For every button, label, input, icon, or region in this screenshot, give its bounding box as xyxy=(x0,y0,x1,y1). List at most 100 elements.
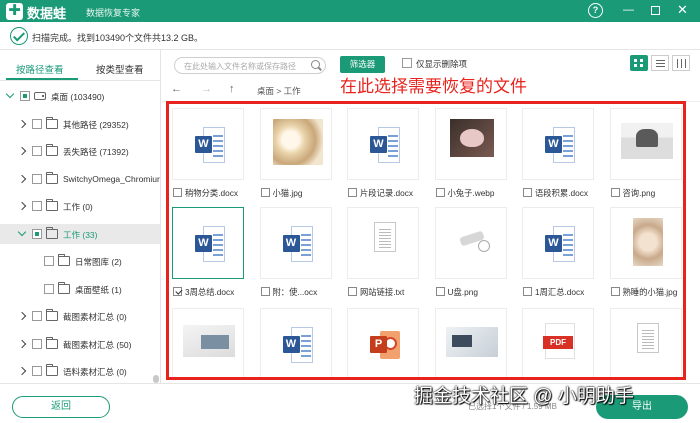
file-thumbnail[interactable] xyxy=(609,308,682,378)
file-thumbnail[interactable]: W xyxy=(172,108,244,180)
tree-item[interactable]: 工作 (33) xyxy=(0,223,160,244)
file-thumbnail[interactable] xyxy=(259,108,332,180)
chevron-right-icon[interactable] xyxy=(18,366,28,376)
tree-item[interactable]: SwitchyOmega_Chromiur xyxy=(0,169,160,189)
file-checkbox[interactable] xyxy=(348,188,357,197)
file-thumbnail[interactable]: PDF xyxy=(522,308,594,378)
file-card[interactable]: W xyxy=(257,308,341,378)
tree-item[interactable]: 工作 (0) xyxy=(0,196,160,216)
tree-item-checkbox[interactable] xyxy=(44,256,54,266)
search-icon[interactable] xyxy=(311,60,320,69)
file-checkbox[interactable] xyxy=(523,188,532,197)
file-card[interactable]: W 3周总结.docx xyxy=(169,207,253,302)
minimize-button[interactable]: — xyxy=(621,3,636,18)
file-checkbox[interactable] xyxy=(610,287,620,296)
file-thumbnail[interactable]: W xyxy=(172,207,244,279)
file-card[interactable]: 小猫.jpg xyxy=(257,108,341,203)
tree-item-checkbox[interactable] xyxy=(32,173,42,184)
chevron-down-icon[interactable] xyxy=(6,91,16,101)
chevron-right-icon[interactable] xyxy=(18,119,28,129)
file-thumbnail[interactable]: P xyxy=(347,308,419,378)
tree-item-checkbox[interactable] xyxy=(32,146,42,156)
file-thumbnail[interactable] xyxy=(172,308,244,378)
file-thumbnail[interactable]: W xyxy=(522,207,594,279)
chevron-right-icon[interactable] xyxy=(18,311,28,321)
tree-item[interactable]: 桌面壁纸 (1) xyxy=(0,279,160,299)
file-thumbnail[interactable] xyxy=(347,207,419,279)
file-card[interactable]: W 片段记录.docx xyxy=(344,108,428,203)
file-card[interactable]: U盘.png xyxy=(432,207,516,302)
file-thumbnail[interactable]: W xyxy=(347,108,419,180)
file-card[interactable]: PDF xyxy=(519,308,603,378)
tree-item-checkbox[interactable] xyxy=(32,366,42,376)
file-card[interactable]: W 稍物分类.docx xyxy=(169,108,253,203)
up-arrow-icon[interactable]: ↑ xyxy=(229,83,235,95)
tree-item[interactable]: 截图素材汇总 (50) xyxy=(0,334,160,354)
tree-item[interactable]: 丢失路径 (71392) xyxy=(0,141,160,161)
chevron-right-icon[interactable] xyxy=(18,201,28,211)
file-thumbnail[interactable] xyxy=(609,108,682,180)
search-input[interactable]: 在此处输入文件名称或保存路径 xyxy=(174,57,326,74)
file-card[interactable]: W 1周汇总.docx xyxy=(519,207,603,302)
grid-view-button[interactable] xyxy=(630,55,648,71)
back-button[interactable]: 返回 xyxy=(12,396,110,418)
file-card[interactable]: 小兔子.webp xyxy=(432,108,516,203)
file-checkbox[interactable] xyxy=(260,287,270,296)
file-checkbox[interactable] xyxy=(435,287,445,296)
file-thumbnail[interactable] xyxy=(434,308,507,378)
tree-item[interactable]: 语料素材汇总 (0) xyxy=(0,361,160,381)
file-card[interactable] xyxy=(169,308,253,378)
grid-view-icon xyxy=(634,59,637,62)
forward-arrow-icon[interactable]: → xyxy=(201,83,212,95)
file-card[interactable]: P xyxy=(344,308,428,378)
file-checkbox[interactable] xyxy=(173,188,182,197)
list-view-button[interactable] xyxy=(651,55,669,71)
tree-item-checkbox[interactable] xyxy=(32,228,42,239)
file-checkbox[interactable] xyxy=(610,188,620,197)
filter-button[interactable]: 筛选器 xyxy=(340,56,385,73)
file-checkbox[interactable] xyxy=(260,188,270,197)
close-button[interactable]: ✕ xyxy=(675,3,690,18)
tree-item-checkbox[interactable] xyxy=(32,311,42,321)
file-card[interactable]: 咨询.png xyxy=(607,108,685,203)
tree-item[interactable]: 日常图库 (2) xyxy=(0,251,160,271)
tree-item-label: 日常图库 (2) xyxy=(75,257,122,267)
tree-item[interactable]: 截图素材汇总 (0) xyxy=(0,306,160,326)
tree-item-checkbox[interactable] xyxy=(32,118,42,129)
tab-by-path[interactable]: 按路径查看 xyxy=(16,62,64,76)
only-deleted-checkbox[interactable] xyxy=(402,58,412,68)
chevron-right-icon[interactable] xyxy=(18,174,28,184)
sidebar-scrollbar[interactable] xyxy=(153,375,159,383)
file-thumbnail[interactable] xyxy=(434,207,507,279)
tree-item[interactable]: 其他路径 (29352) xyxy=(0,114,160,134)
tab-by-type[interactable]: 按类型查看 xyxy=(96,62,144,76)
tree-item-checkbox[interactable] xyxy=(44,283,54,294)
file-card[interactable]: 熟睡的小猫.jpg xyxy=(607,207,685,302)
tree-item[interactable]: 桌面 (103490) xyxy=(0,86,160,106)
tree-item-checkbox[interactable] xyxy=(32,201,42,211)
file-checkbox[interactable] xyxy=(523,287,532,296)
file-thumbnail[interactable] xyxy=(609,207,682,279)
file-card[interactable]: W 语段积累.docx xyxy=(519,108,603,203)
tree-item-checkbox[interactable] xyxy=(32,338,42,349)
chevron-right-icon[interactable] xyxy=(18,339,28,349)
word-badge: W xyxy=(282,336,300,353)
chevron-down-icon[interactable] xyxy=(18,229,28,239)
file-checkbox[interactable] xyxy=(348,287,357,296)
file-thumbnail[interactable]: W xyxy=(522,108,594,180)
file-card[interactable] xyxy=(607,308,685,378)
chevron-right-icon[interactable] xyxy=(18,146,28,156)
detail-view-button[interactable] xyxy=(672,55,690,71)
file-card[interactable] xyxy=(432,308,516,378)
tree-item-checkbox[interactable] xyxy=(20,91,30,101)
file-thumbnail[interactable] xyxy=(434,108,507,180)
file-card[interactable]: 网站链接.txt xyxy=(344,207,428,302)
file-thumbnail[interactable]: W xyxy=(259,207,332,279)
maximize-button[interactable] xyxy=(648,3,663,18)
file-checkbox[interactable] xyxy=(173,287,182,296)
back-arrow-icon[interactable]: ← xyxy=(171,83,182,95)
file-checkbox[interactable] xyxy=(435,188,445,197)
file-thumbnail[interactable]: W xyxy=(259,308,332,378)
file-card[interactable]: W 附：使...ocx xyxy=(257,207,341,302)
help-button[interactable]: ? xyxy=(588,3,603,18)
